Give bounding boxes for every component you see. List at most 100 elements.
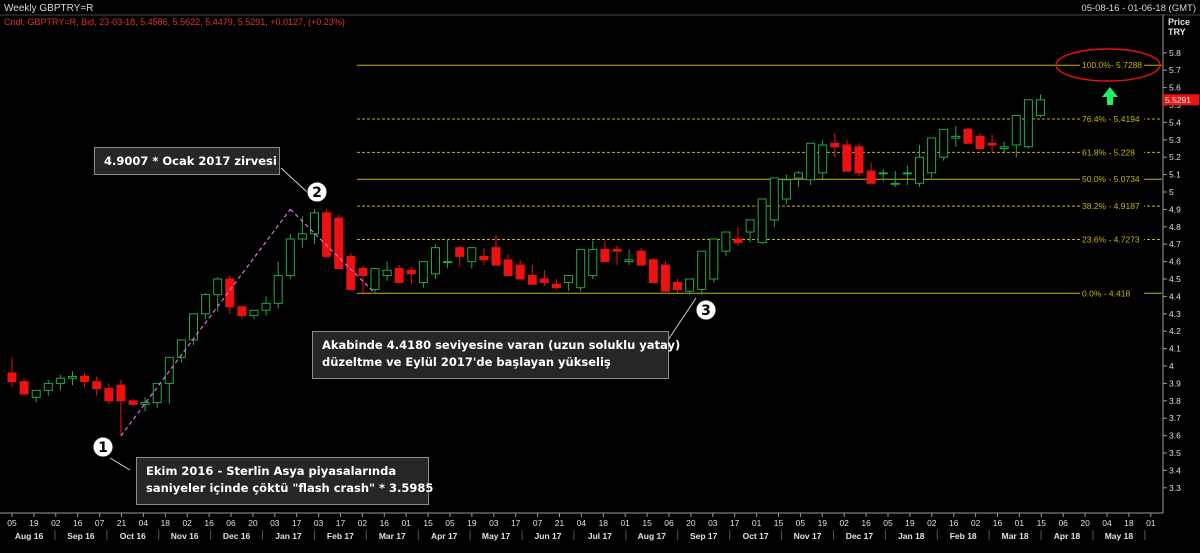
candle-down <box>237 306 247 317</box>
y-tick-label: 3.5 <box>1169 448 1181 458</box>
marker-1: 1 <box>92 436 114 458</box>
candle-up <box>999 146 1009 149</box>
candle-up <box>152 382 162 404</box>
fib-level-label: 38.2% - 4.9187 <box>1082 201 1140 211</box>
x-day-label: 16 <box>861 518 871 528</box>
candle-down <box>515 264 525 280</box>
candle-down <box>358 268 368 277</box>
x-month-label: Jan 18 <box>898 531 925 541</box>
candle-up <box>443 261 453 264</box>
x-day-label: 18 <box>161 518 171 528</box>
marker-2: 2 <box>306 181 328 203</box>
x-day-label: 03 <box>270 518 280 528</box>
x-day-label: 01 <box>1146 518 1156 528</box>
x-day-label: 06 <box>226 518 236 528</box>
x-day-label: 15 <box>1037 518 1047 528</box>
candle-down <box>128 400 138 405</box>
candle-up <box>624 259 634 263</box>
candle-up <box>213 278 223 296</box>
candle-up <box>902 172 912 175</box>
candle-up <box>370 268 380 290</box>
candle-up <box>915 156 924 184</box>
candle-up <box>467 247 477 263</box>
correction-annotation-line1: Akabinde 4.4180 seviyesine varan (uzun s… <box>322 338 681 352</box>
marker-3-label: 3 <box>701 303 711 319</box>
candle-up <box>927 137 937 174</box>
x-month-label: Apr 17 <box>431 531 458 541</box>
x-month-label: Jul 17 <box>588 531 612 541</box>
fib-level-label: 50.0% - 5.0734 <box>1082 174 1140 184</box>
y-tick-label: 3.4 <box>1169 465 1181 475</box>
candle-up <box>697 250 707 290</box>
y-tick-label: 4.1 <box>1169 344 1181 354</box>
correction-callout-line <box>667 297 697 341</box>
candle-up <box>297 233 307 240</box>
candle-up <box>757 198 767 243</box>
x-month-label: Aug 17 <box>638 531 667 541</box>
candle-down <box>80 375 90 383</box>
candle-down <box>104 388 114 402</box>
x-day-label: 01 <box>620 518 630 528</box>
candle-up <box>588 248 598 277</box>
x-day-label: 15 <box>642 518 652 528</box>
candle-up <box>794 172 803 179</box>
trendline[interactable] <box>120 208 291 437</box>
candle-down <box>987 142 997 146</box>
marker-2-label: 2 <box>312 185 322 201</box>
candle-down <box>19 381 29 395</box>
x-day-label: 16 <box>73 518 83 528</box>
candle-down <box>406 269 416 275</box>
x-month-label: Dec 17 <box>846 531 874 541</box>
candle-up <box>189 313 198 341</box>
candle-down <box>455 247 465 257</box>
x-day-label: 17 <box>511 518 521 528</box>
fibonacci-retracement[interactable]: 100.0%- 5.7288 76.4% - 5.4194 61.8% - 5.22… <box>357 60 1162 299</box>
x-day-label: 05 <box>445 518 455 528</box>
candle-up <box>201 294 211 315</box>
candle-down <box>346 255 356 290</box>
x-day-label: 02 <box>927 518 937 528</box>
crash-annotation-line2: saniyeler içinde çöktü "flash crash" * 3… <box>146 481 434 495</box>
price-axis-ticks: 5.85.75.65.55.45.35.25.154.94.84.74.64.5… <box>1163 48 1181 493</box>
x-day-label: 05 <box>883 518 893 528</box>
y-tick-label: 5.3 <box>1169 135 1181 145</box>
candle-down <box>975 135 985 150</box>
y-tick-label: 4.7 <box>1169 239 1181 249</box>
candle-up <box>818 144 828 174</box>
candle-down <box>963 128 973 144</box>
marker-1-label: 1 <box>98 440 108 456</box>
price-unit-currency: TRY <box>1168 27 1186 37</box>
x-day-label: 20 <box>686 518 696 528</box>
x-day-label: 06 <box>1058 518 1068 528</box>
x-month-label: Apr 18 <box>1054 531 1081 541</box>
x-day-label: 16 <box>949 518 959 528</box>
x-month-label: Sep 17 <box>690 531 718 541</box>
candle-up <box>261 302 271 311</box>
x-day-label: 03 <box>314 518 324 528</box>
fib-level-label: 100.0%- 5.7288 <box>1082 60 1142 70</box>
last-price-tag: 5.5291 <box>1163 94 1199 106</box>
candle-up <box>418 261 428 283</box>
x-day-label: 20 <box>1080 518 1090 528</box>
candle-down <box>225 278 235 308</box>
candle-up <box>685 278 695 292</box>
y-tick-label: 4.6 <box>1169 257 1181 267</box>
candle-down <box>830 142 840 148</box>
candle-down <box>322 212 332 257</box>
crash-callout-line <box>109 457 131 471</box>
x-day-label: 07 <box>533 518 543 528</box>
candle-down <box>600 248 610 263</box>
candlestick-series <box>7 94 1045 436</box>
last-price-value: 5.5291 <box>1165 95 1191 105</box>
peak-annotation-text: 4.9007 * Ocak 2017 zirvesi <box>104 154 277 168</box>
trendline[interactable] <box>289 208 376 294</box>
candle-up <box>382 269 392 277</box>
candle-up <box>721 231 731 252</box>
y-tick-label: 4.5 <box>1169 274 1181 284</box>
x-day-label: 04 <box>577 518 587 528</box>
x-day-label: 16 <box>380 518 390 528</box>
x-month-label: May 17 <box>482 531 511 541</box>
candle-up <box>564 275 574 283</box>
x-day-label: 20 <box>248 518 258 528</box>
candle-down <box>491 247 501 266</box>
